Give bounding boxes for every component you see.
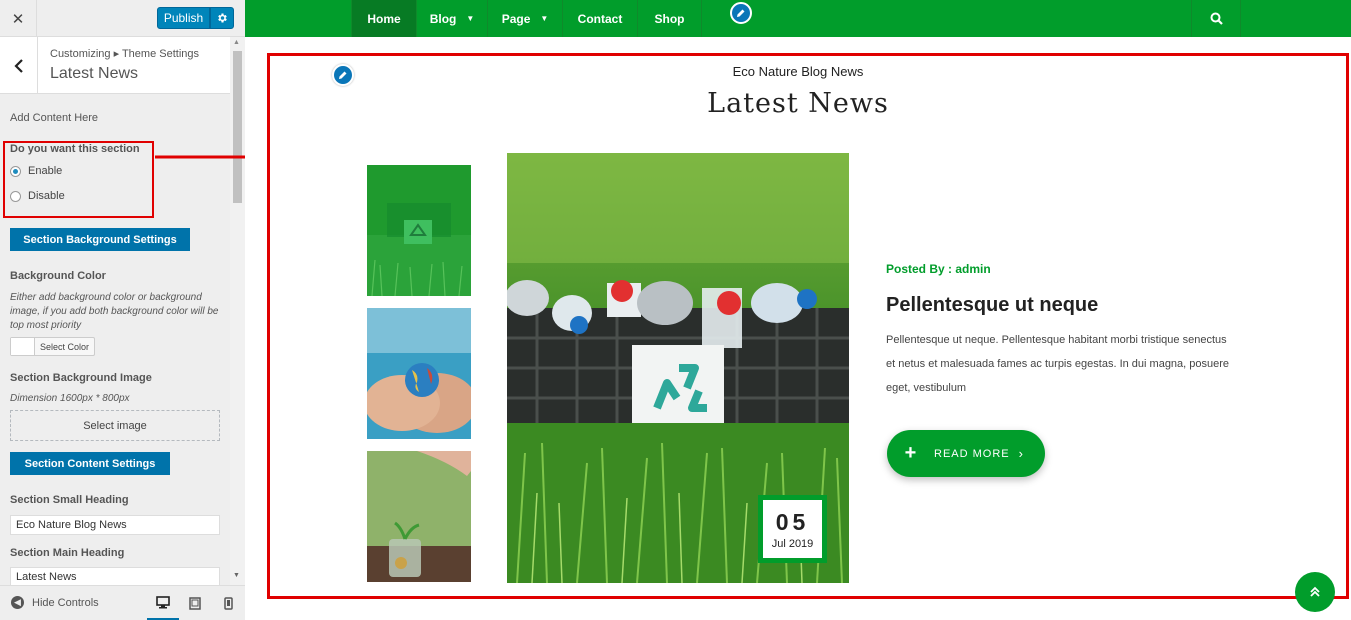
pencil-icon [737, 9, 745, 17]
search-button[interactable] [1191, 0, 1241, 37]
mobile-preview-button[interactable] [212, 586, 244, 620]
scroll-to-top-button[interactable] [1295, 572, 1335, 612]
search-icon [1210, 12, 1223, 25]
chevron-left-icon [13, 58, 23, 73]
publish-settings-button[interactable] [210, 7, 234, 29]
customizer-controls: Customizing ▸ Theme Settings Latest News… [0, 37, 230, 585]
scrollbar-thumb[interactable] [233, 51, 242, 203]
section-background-settings-button[interactable]: Section Background Settings [10, 228, 190, 251]
highlight-box-section [267, 53, 1349, 599]
nav-item-blog[interactable]: Blog ▼ [417, 0, 488, 37]
gear-icon [218, 13, 227, 23]
customizer-footer: ◀ Hide Controls [0, 585, 245, 620]
section-header: Customizing ▸ Theme Settings Latest News [0, 37, 230, 94]
nav-item-label: Page [501, 11, 531, 26]
collapse-arrow-icon: ◀ [11, 596, 24, 609]
double-chevron-up-icon [1310, 586, 1320, 597]
mobile-icon [223, 597, 233, 610]
sidebar-scrollbar[interactable]: ▲ ▼ [230, 37, 245, 585]
scroll-down-arrow-icon[interactable]: ▼ [233, 572, 240, 579]
publish-button[interactable]: Publish [157, 7, 210, 29]
breadcrumb: Customizing ▸ Theme Settings [50, 48, 199, 60]
add-content-label: Add Content Here [10, 112, 99, 124]
section-content-settings-button[interactable]: Section Content Settings [10, 452, 170, 475]
main-navigation: Home Blog ▼ Page ▼ Contact Shop [245, 0, 1351, 37]
back-button[interactable] [0, 37, 38, 94]
close-customizer-button[interactable]: ✕ [0, 0, 37, 37]
small-heading-label: Section Small Heading [10, 494, 129, 506]
edit-menu-shortcut[interactable] [730, 2, 752, 24]
caret-down-icon: ▼ [540, 14, 549, 23]
nav-item-label: Home [367, 11, 401, 26]
section-title: Latest News [50, 65, 139, 82]
select-color-label: Select Color [40, 341, 90, 352]
color-swatch [11, 338, 35, 355]
nav-item-label: Contact [577, 11, 623, 26]
background-color-help: Either add background color or backgroun… [10, 292, 219, 331]
caret-down-icon: ▼ [466, 14, 475, 23]
desktop-icon [156, 595, 170, 608]
site-preview: Home Blog ▼ Page ▼ Contact Shop Eco Natu… [245, 0, 1351, 620]
scroll-up-arrow-icon[interactable]: ▲ [233, 39, 240, 46]
background-image-label: Section Background Image [10, 372, 152, 384]
small-heading-input[interactable]: Eco Nature Blog News [10, 515, 220, 535]
main-heading-label: Section Main Heading [10, 547, 125, 559]
customizer-sidebar: ✕ Publish Customizing ▸ Theme Settings L… [0, 0, 245, 620]
main-heading-input[interactable]: Latest News [10, 567, 220, 585]
nav-item-contact[interactable]: Contact [563, 0, 638, 37]
nav-item-home[interactable]: Home [351, 0, 417, 37]
nav-item-shop[interactable]: Shop [638, 0, 702, 37]
select-color-button[interactable]: Select Color [10, 337, 95, 356]
background-image-dimension: Dimension 1600px * 800px [10, 393, 130, 404]
select-image-button[interactable]: Select image [10, 410, 220, 441]
hide-controls-button[interactable]: ◀ Hide Controls [11, 596, 99, 609]
background-color-label: Background Color [10, 270, 106, 282]
nav-item-label: Shop [654, 11, 685, 26]
highlight-box-option [3, 141, 154, 218]
customizer-header: ✕ Publish [0, 0, 245, 37]
desktop-preview-button[interactable] [147, 586, 179, 620]
nav-item-page[interactable]: Page ▼ [488, 0, 563, 37]
tablet-preview-button[interactable] [179, 586, 211, 620]
hide-controls-label: Hide Controls [32, 596, 99, 609]
nav-item-label: Blog [429, 11, 457, 26]
tablet-icon [189, 597, 201, 610]
